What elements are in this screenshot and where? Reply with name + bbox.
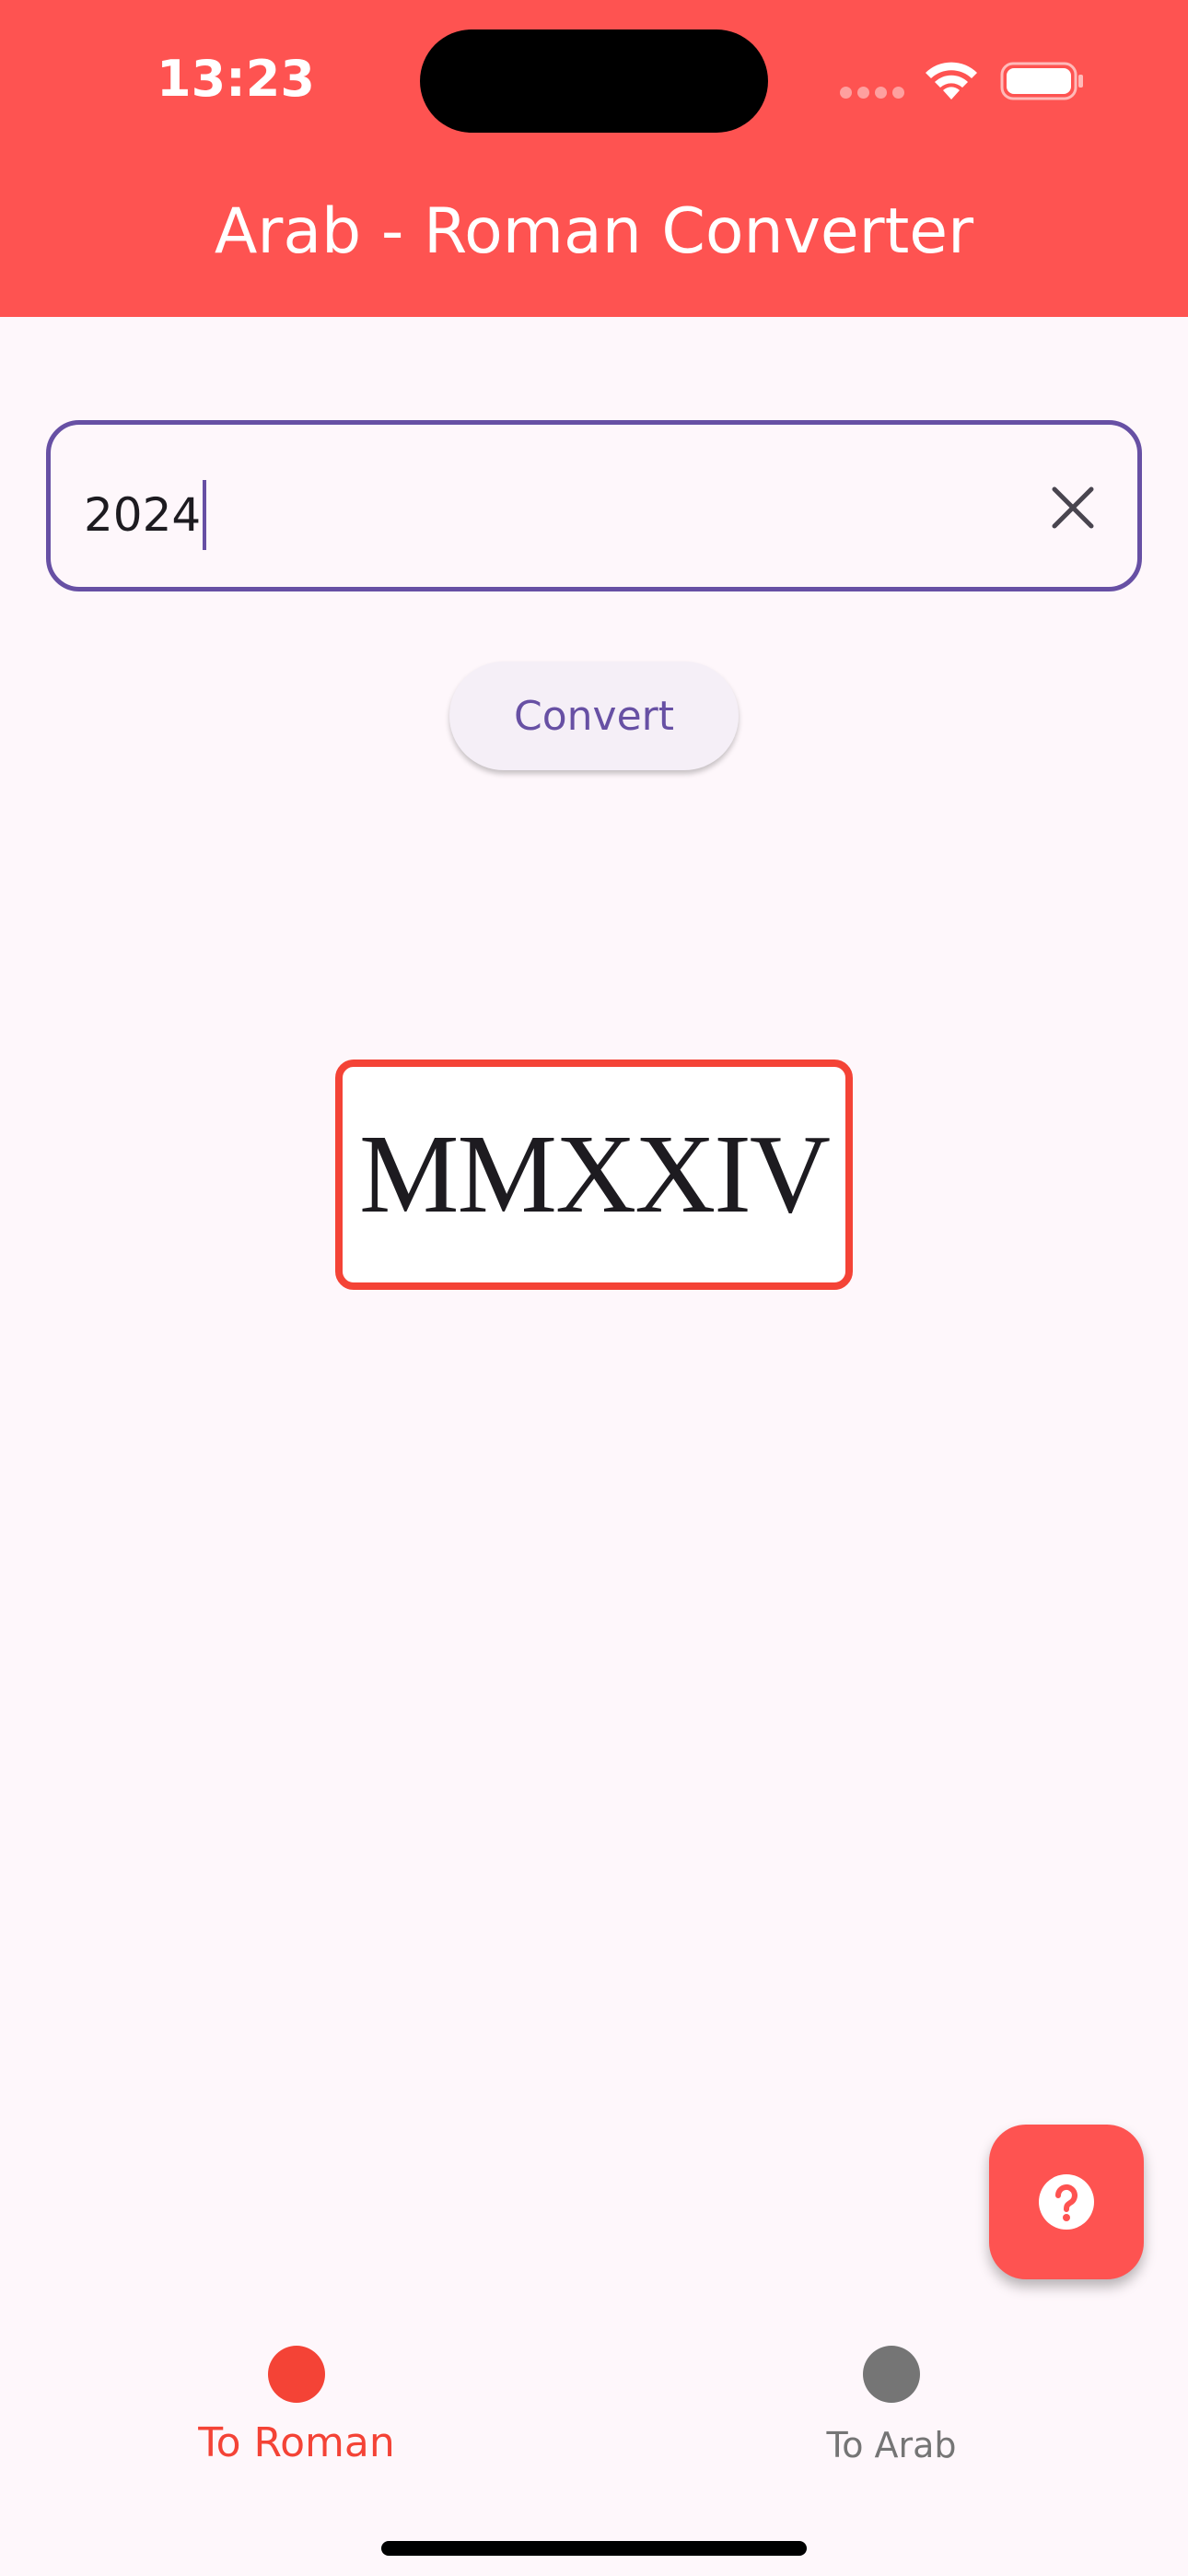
text-caret <box>203 480 207 550</box>
page-title: Arab - Roman Converter <box>214 195 974 268</box>
nav-item-to-roman[interactable]: To Roman <box>112 2346 481 2466</box>
input-value: 2024 <box>84 488 202 542</box>
nav-item-to-arab[interactable]: To Arab <box>707 2346 1076 2465</box>
status-time: 13:23 <box>157 50 315 108</box>
wifi-icon <box>926 62 977 100</box>
number-input[interactable]: 2024 <box>84 480 207 550</box>
cellular-signal-icon <box>840 85 904 100</box>
nav-label: To Roman <box>198 2419 395 2466</box>
bottom-navigation: To Roman To Arab <box>0 2322 1188 2506</box>
dot-icon <box>863 2346 920 2403</box>
dot-icon <box>268 2346 325 2403</box>
home-indicator <box>381 2541 807 2556</box>
close-icon[interactable] <box>1045 480 1101 535</box>
roman-result-text: MMXXIV <box>359 1112 831 1236</box>
number-input-field[interactable]: 2024 <box>46 420 1142 591</box>
screen: 13:23 Arab - Roman Converter 2024 Conver… <box>0 0 1188 2576</box>
dynamic-island <box>420 29 768 133</box>
battery-icon <box>1000 62 1083 100</box>
app-bar: 13:23 Arab - Roman Converter <box>0 0 1188 317</box>
help-button[interactable] <box>989 2125 1144 2279</box>
nav-label: To Arab <box>826 2425 957 2465</box>
help-icon <box>1039 2174 1094 2230</box>
result-box: MMXXIV <box>335 1060 853 1290</box>
convert-button[interactable]: Convert <box>449 662 739 770</box>
